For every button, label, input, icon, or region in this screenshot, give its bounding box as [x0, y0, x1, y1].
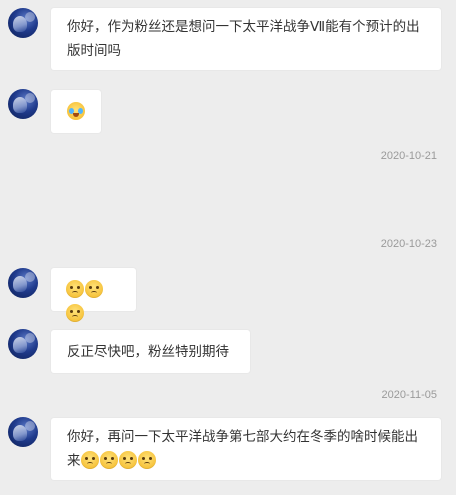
message-text: 反正尽快吧，粉丝特别期待	[67, 344, 229, 360]
avatar[interactable]	[8, 417, 38, 447]
timestamp: 2020-10-23	[380, 238, 437, 250]
sad-face-emoji	[137, 451, 156, 469]
sad-face-emoji	[118, 451, 137, 469]
chat-window: 你好，作为粉丝还是想问一下太平洋战争Ⅶ能有个预计的出版时间吗 2020-10-2…	[0, 0, 456, 495]
message-bubble	[51, 268, 136, 322]
avatar[interactable]	[8, 268, 38, 298]
message-bubble: 你好，再问一下太平洋战争第七部大约在冬季的啥时候能出来	[51, 418, 441, 480]
message-text: 你好，作为粉丝还是想问一下太平洋战争Ⅶ能有个预计的出版时间吗	[67, 19, 420, 59]
sad-face-emoji	[99, 451, 118, 469]
avatar[interactable]	[8, 8, 38, 38]
sad-face-emoji	[66, 304, 84, 322]
sad-face-emoji	[85, 280, 103, 298]
message-bubble: 反正尽快吧，粉丝特别期待	[51, 330, 250, 373]
sad-face-emoji	[66, 280, 84, 298]
message-bubble: 你好，作为粉丝还是想问一下太平洋战争Ⅶ能有个预计的出版时间吗	[51, 8, 441, 70]
avatar[interactable]	[8, 89, 38, 119]
sad-face-emoji	[80, 451, 99, 469]
timestamp: 2020-10-21	[380, 150, 437, 162]
avatar[interactable]	[8, 329, 38, 359]
message-bubble	[51, 90, 101, 133]
timestamp: 2020-11-05	[381, 389, 437, 401]
cry-laugh-emoji	[67, 102, 85, 120]
